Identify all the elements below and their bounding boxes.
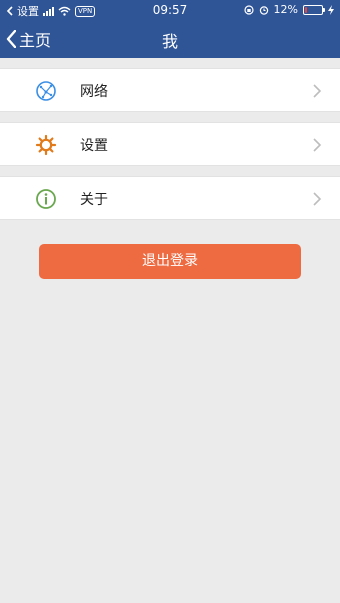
chevron-right-icon [313, 138, 322, 152]
menu-item-label: 网络 [80, 84, 108, 100]
menu-item-about[interactable]: 关于 [0, 176, 340, 220]
nav-bar: 主页 我 [0, 20, 340, 58]
globe-icon [36, 81, 56, 101]
chevron-right-icon [313, 84, 322, 98]
info-icon [36, 189, 56, 209]
chevron-right-icon [313, 192, 322, 206]
battery-percent: 12% [273, 3, 298, 16]
rotation-lock-icon [243, 4, 254, 15]
menu-item-network[interactable]: 网络 [0, 68, 340, 112]
header-bar: 设置 VPN 09:57 12% 主页 我 [0, 0, 340, 58]
menu-item-label: 关于 [80, 192, 108, 208]
menu-item-settings[interactable]: 设置 [0, 122, 340, 166]
menu-item-label: 设置 [80, 138, 108, 154]
battery-icon [303, 4, 325, 15]
page-title: 我 [161, 32, 178, 51]
status-right: 12% [243, 3, 334, 16]
battery-fill [305, 6, 307, 13]
status-bar: 设置 VPN 09:57 12% [0, 0, 340, 20]
gear-icon [35, 134, 57, 156]
alarm-icon [259, 5, 268, 15]
logout-button[interactable]: 退出登录 [39, 244, 301, 279]
charging-icon [328, 4, 334, 15]
